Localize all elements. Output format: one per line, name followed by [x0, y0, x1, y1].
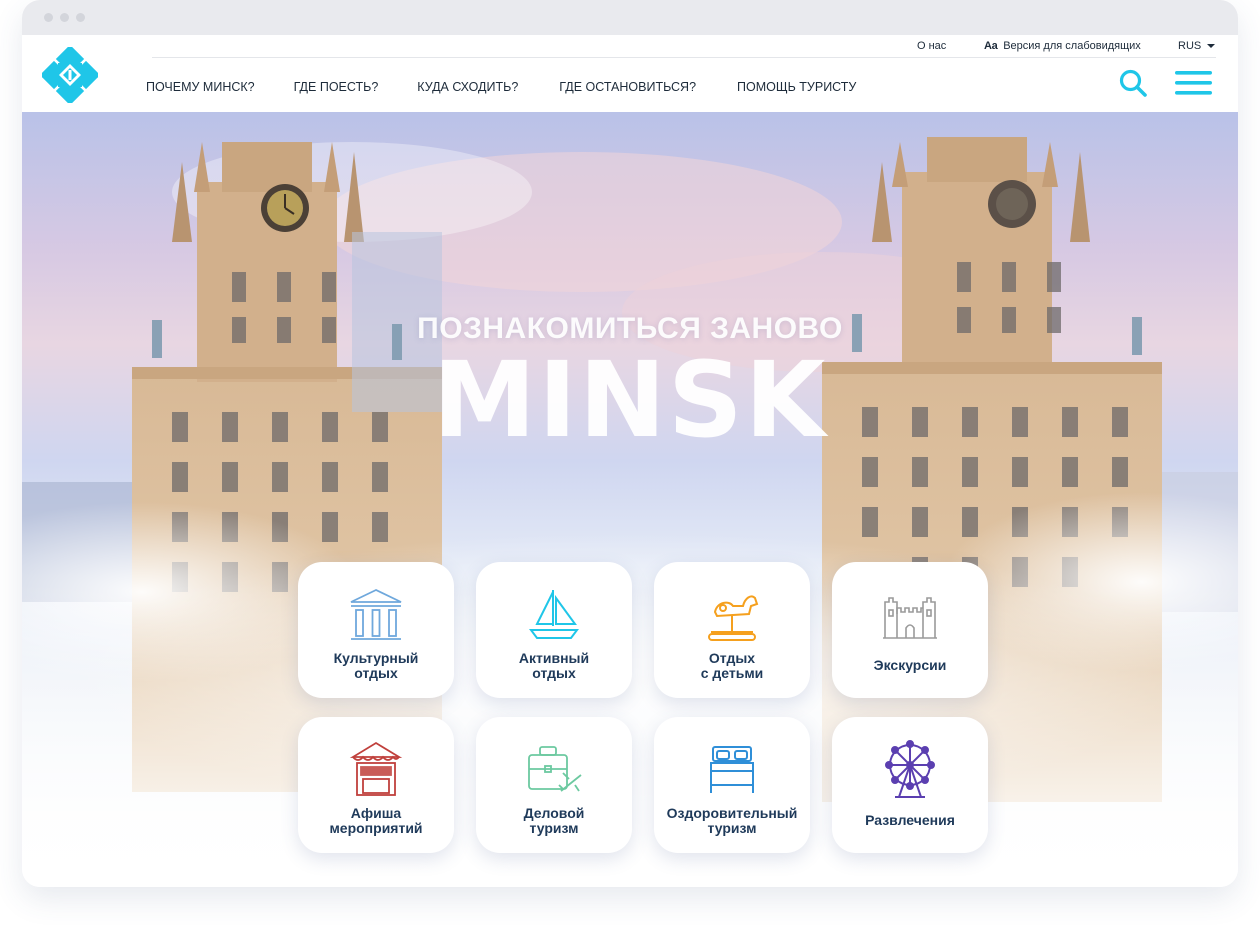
- category-card-kids[interactable]: Отдых с детьми: [654, 562, 810, 698]
- hero-title: MINSK: [432, 339, 828, 461]
- window-chrome: [22, 0, 1238, 35]
- chevron-down-icon: [1207, 44, 1216, 48]
- bed-icon: [710, 746, 754, 793]
- minsk-logo-icon[interactable]: [42, 47, 98, 103]
- category-card-events[interactable]: Афиша мероприятий: [298, 717, 454, 853]
- category-label: Экскурсии: [873, 657, 947, 673]
- language-select[interactable]: RUS: [1178, 40, 1216, 52]
- category-card-excursions[interactable]: Экскурсии: [832, 562, 988, 698]
- nav-item-where-to-stay[interactable]: ГДЕ ОСТАНОВИТЬСЯ?: [559, 80, 696, 94]
- window-dot-close[interactable]: [44, 13, 53, 22]
- site-header: О нас Аа Версия для слабовидящих RUS ПОЧ…: [22, 35, 1238, 112]
- category-grid: Культурный отдых Активный отдых Отдых с …: [298, 562, 988, 853]
- window-dot-minimize[interactable]: [60, 13, 69, 22]
- category-label: Культурный отдых: [333, 650, 419, 681]
- hamburger-menu-icon[interactable]: [1175, 69, 1212, 97]
- vision-mode-link[interactable]: Аа Версия для слабовидящих: [984, 40, 1141, 52]
- window-dot-maximize[interactable]: [76, 13, 85, 22]
- category-card-cultural[interactable]: Культурный отдых: [298, 562, 454, 698]
- nav-item-where-to-go[interactable]: КУДА СХОДИТЬ?: [417, 80, 518, 94]
- castle-icon: [883, 597, 937, 639]
- category-label: Оздоровительный туризм: [666, 805, 798, 836]
- category-label: Развлечения: [865, 812, 955, 828]
- suitcase-plane-icon: [528, 746, 582, 792]
- category-card-entertainment[interactable]: Развлечения: [832, 717, 988, 853]
- category-label: Отдых с детьми: [700, 650, 764, 681]
- category-label: Активный отдых: [518, 650, 590, 681]
- category-card-wellness[interactable]: Оздоровительный туризм: [654, 717, 810, 853]
- ticket-booth-icon: [349, 741, 403, 796]
- nav-item-where-to-eat[interactable]: ГДЕ ПОЕСТЬ?: [294, 80, 379, 94]
- vision-mode-label: Версия для слабовидящих: [1003, 40, 1141, 52]
- main-nav: ПОЧЕМУ МИНСК? ГДЕ ПОЕСТЬ? КУДА СХОДИТЬ? …: [146, 80, 856, 94]
- rocking-horse-icon: [708, 595, 759, 641]
- font-size-icon: Аа: [984, 40, 998, 52]
- category-label: Афиша мероприятий: [329, 805, 423, 836]
- language-value: RUS: [1178, 40, 1202, 52]
- about-link[interactable]: О нас: [917, 40, 946, 52]
- category-label: Деловой туризм: [523, 805, 585, 836]
- museum-icon: [350, 589, 402, 640]
- sailboat-icon: [529, 590, 579, 639]
- ferris-wheel-icon: [885, 740, 935, 798]
- nav-item-why-minsk[interactable]: ПОЧЕМУ МИНСК?: [146, 80, 255, 94]
- search-icon[interactable]: [1118, 68, 1148, 98]
- nav-item-tourist-help[interactable]: ПОМОЩЬ ТУРИСТУ: [737, 80, 856, 94]
- category-card-business[interactable]: Деловой туризм: [476, 717, 632, 853]
- header-divider: [152, 57, 1216, 58]
- category-card-active[interactable]: Активный отдых: [476, 562, 632, 698]
- hero-banner: ПОЗНАКОМИТЬСЯ ЗАНОВО MINSK Культурный от…: [22, 112, 1238, 887]
- browser-window: О нас Аа Версия для слабовидящих RUS ПОЧ…: [22, 0, 1238, 887]
